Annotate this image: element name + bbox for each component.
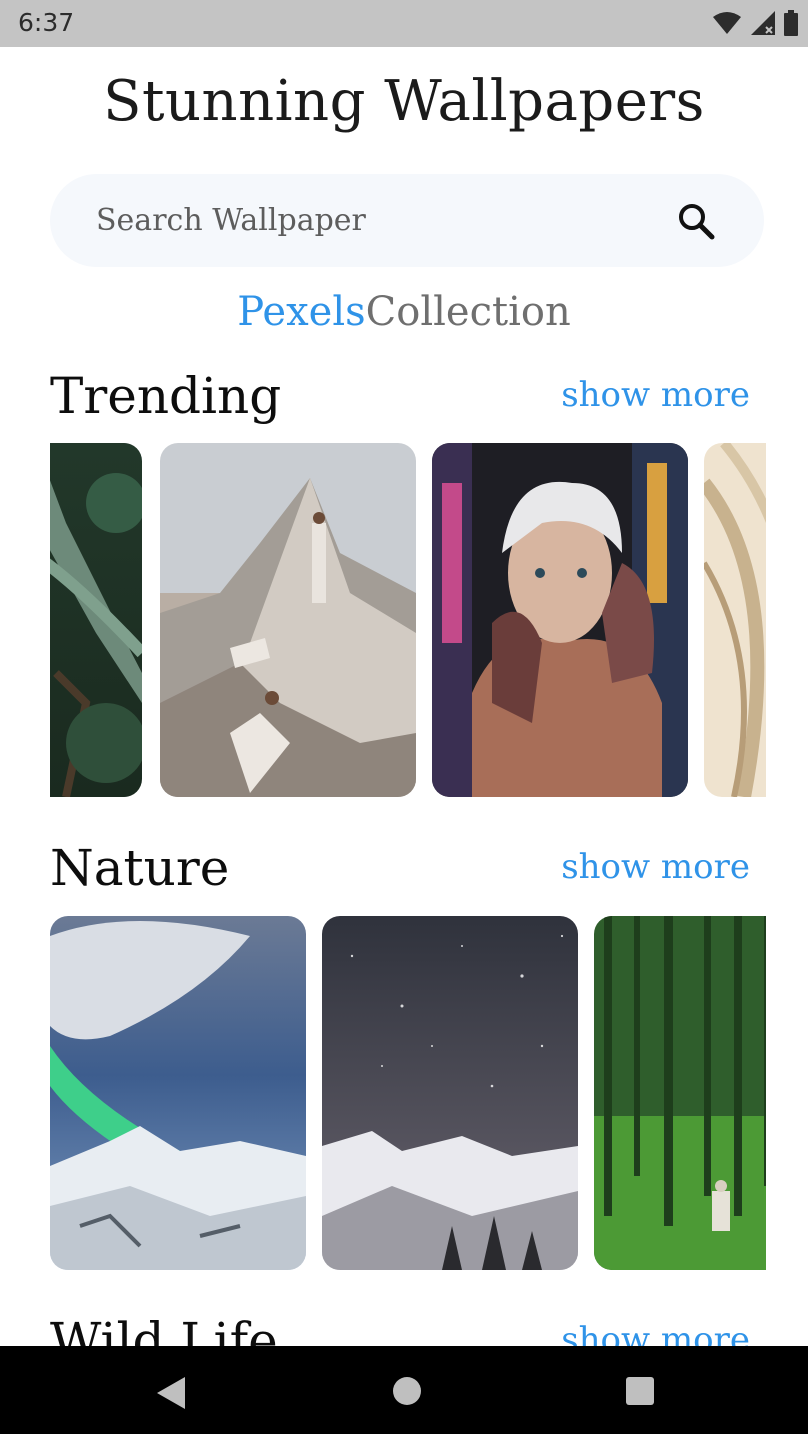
wildlife-show-more-link[interactable]: show more <box>561 1320 750 1346</box>
brand-pexels: Pexels <box>237 289 366 335</box>
status-bar: 6:37 <box>0 0 808 47</box>
nature-wallpaper-card[interactable] <box>50 916 306 1270</box>
search-icon[interactable] <box>676 201 716 241</box>
signal-icon <box>751 11 775 35</box>
wifi-icon <box>713 12 741 34</box>
search-input[interactable] <box>96 198 656 242</box>
trending-section-header: Trending show more <box>50 367 750 427</box>
trending-wallpaper-card[interactable] <box>704 443 766 797</box>
trending-wallpaper-card[interactable] <box>50 443 142 797</box>
curved-architecture-photo <box>704 443 766 797</box>
status-icons <box>712 10 798 36</box>
nature-carousel[interactable] <box>50 916 766 1270</box>
trending-wallpaper-card[interactable] <box>160 443 416 797</box>
tattooed-man-portrait-photo <box>432 443 688 797</box>
trending-show-more-link[interactable]: show more <box>561 375 750 415</box>
nature-title: Nature <box>50 839 230 897</box>
app-screen: Stunning Wallpapers PexelsCollection Tre… <box>2 47 806 1346</box>
nature-wallpaper-card[interactable] <box>594 916 766 1270</box>
recents-icon[interactable] <box>625 1376 655 1406</box>
trending-wallpaper-card[interactable] <box>432 443 688 797</box>
app-title: Stunning Wallpapers <box>103 69 705 134</box>
battery-icon <box>784 10 798 36</box>
brand-collection: Collection <box>365 289 571 335</box>
nature-section-header: Nature show more <box>50 839 750 899</box>
starry-sky-mountain-photo <box>322 916 578 1270</box>
trending-title: Trending <box>50 367 282 425</box>
back-icon[interactable] <box>156 1376 186 1410</box>
wildlife-title: Wild Life <box>50 1312 278 1346</box>
home-icon[interactable] <box>392 1376 422 1406</box>
nature-wallpaper-card[interactable] <box>322 916 578 1270</box>
navigation-bar <box>0 1346 808 1434</box>
jungle-vines-photo <box>50 443 142 797</box>
trending-carousel[interactable] <box>50 443 766 797</box>
nature-show-more-link[interactable]: show more <box>561 847 750 887</box>
aurora-snowy-mountains-photo <box>50 916 306 1270</box>
green-forest-hiker-photo <box>594 916 766 1270</box>
brand-title: PexelsCollection <box>2 289 806 335</box>
status-time: 6:37 <box>18 8 75 37</box>
rocky-peak-people-photo <box>160 443 416 797</box>
wildlife-section-header: Wild Life show more <box>50 1312 750 1346</box>
search-bar[interactable] <box>50 174 764 267</box>
